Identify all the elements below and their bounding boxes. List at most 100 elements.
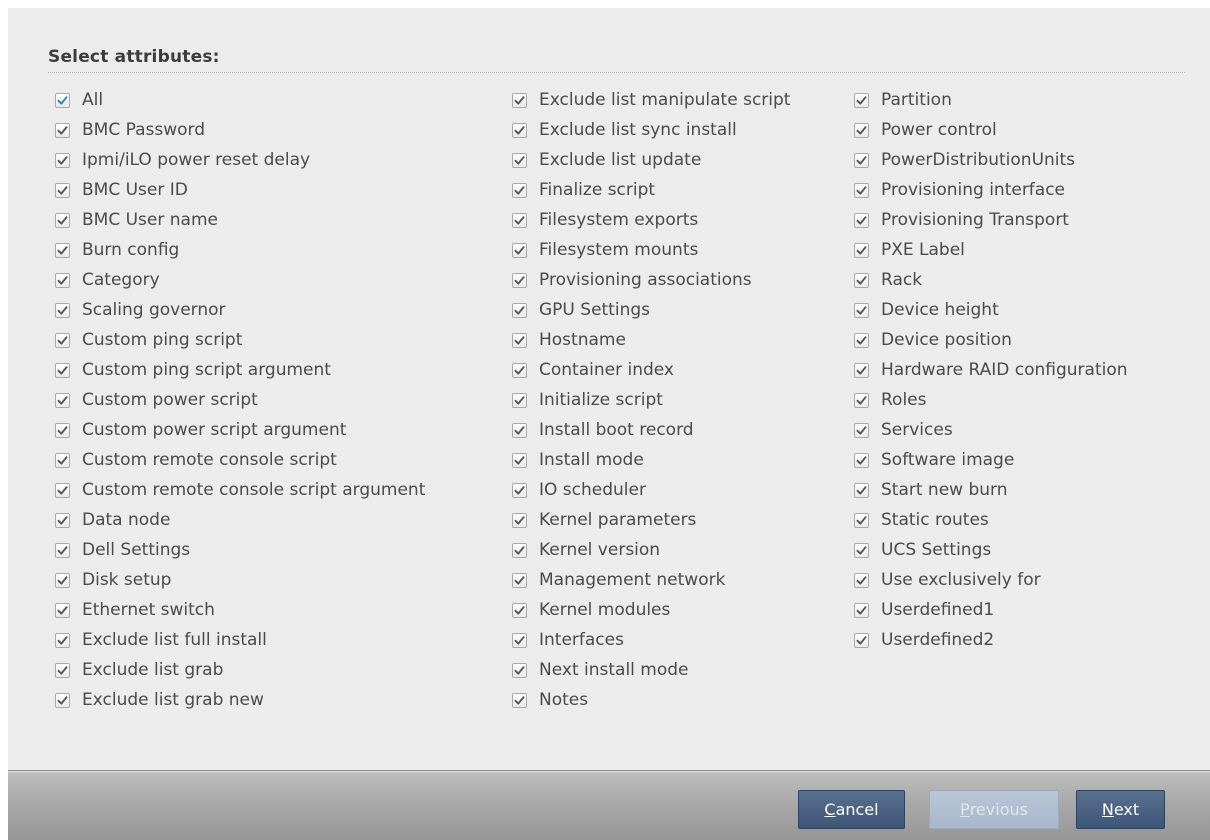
- attribute-option[interactable]: BMC User ID: [52, 175, 425, 205]
- attribute-option[interactable]: Install boot record: [509, 415, 790, 445]
- attribute-checkbox[interactable]: [854, 272, 869, 288]
- attribute-checkbox[interactable]: [512, 182, 527, 198]
- attribute-checkbox[interactable]: [512, 632, 527, 648]
- attribute-checkbox[interactable]: [854, 92, 869, 108]
- attribute-checkbox[interactable]: [55, 482, 70, 498]
- attribute-option[interactable]: PXE Label: [851, 235, 1128, 265]
- attribute-checkbox[interactable]: [55, 242, 70, 258]
- attribute-option[interactable]: BMC User name: [52, 205, 425, 235]
- attribute-option[interactable]: Scaling governor: [52, 295, 425, 325]
- attribute-checkbox[interactable]: [55, 272, 70, 288]
- attribute-option[interactable]: BMC Password: [52, 115, 425, 145]
- attribute-option[interactable]: Provisioning Transport: [851, 205, 1128, 235]
- attribute-checkbox[interactable]: [854, 482, 869, 498]
- attribute-option[interactable]: Kernel modules: [509, 595, 790, 625]
- attribute-checkbox[interactable]: [55, 662, 70, 678]
- attribute-checkbox[interactable]: [512, 362, 527, 378]
- attribute-checkbox[interactable]: [854, 362, 869, 378]
- attribute-option[interactable]: Next install mode: [509, 655, 790, 685]
- attribute-checkbox[interactable]: [854, 602, 869, 618]
- attribute-checkbox[interactable]: [854, 242, 869, 258]
- attribute-option[interactable]: IO scheduler: [509, 475, 790, 505]
- attribute-checkbox[interactable]: [55, 632, 70, 648]
- attribute-option[interactable]: Notes: [509, 685, 790, 715]
- cancel-button[interactable]: Cancel: [798, 790, 905, 829]
- attribute-option[interactable]: Install mode: [509, 445, 790, 475]
- attribute-option[interactable]: Dell Settings: [52, 535, 425, 565]
- attribute-option[interactable]: GPU Settings: [509, 295, 790, 325]
- attribute-checkbox[interactable]: [512, 662, 527, 678]
- attribute-option[interactable]: Device position: [851, 325, 1128, 355]
- attribute-checkbox[interactable]: [512, 92, 527, 108]
- attribute-option[interactable]: All: [52, 85, 425, 115]
- attribute-option[interactable]: Exclude list full install: [52, 625, 425, 655]
- attribute-option[interactable]: UCS Settings: [851, 535, 1128, 565]
- attribute-option[interactable]: Burn config: [52, 235, 425, 265]
- previous-button[interactable]: Previous: [929, 790, 1059, 829]
- attribute-checkbox[interactable]: [512, 272, 527, 288]
- attribute-checkbox[interactable]: [55, 542, 70, 558]
- attribute-option[interactable]: Ipmi/iLO power reset delay: [52, 145, 425, 175]
- attribute-option[interactable]: Roles: [851, 385, 1128, 415]
- next-button[interactable]: Next: [1076, 790, 1165, 829]
- attribute-option[interactable]: Custom remote console script argument: [52, 475, 425, 505]
- attribute-checkbox[interactable]: [854, 542, 869, 558]
- attribute-checkbox[interactable]: [512, 422, 527, 438]
- attribute-option[interactable]: Container index: [509, 355, 790, 385]
- attribute-checkbox[interactable]: [55, 452, 70, 468]
- attribute-option[interactable]: Exclude list manipulate script: [509, 85, 790, 115]
- attribute-checkbox[interactable]: [55, 122, 70, 138]
- attribute-option[interactable]: Partition: [851, 85, 1128, 115]
- attribute-option[interactable]: Finalize script: [509, 175, 790, 205]
- attribute-option[interactable]: Rack: [851, 265, 1128, 295]
- attribute-checkbox[interactable]: [55, 392, 70, 408]
- attribute-checkbox[interactable]: [512, 332, 527, 348]
- attribute-option[interactable]: Filesystem mounts: [509, 235, 790, 265]
- attribute-checkbox[interactable]: [512, 392, 527, 408]
- attribute-checkbox[interactable]: [854, 452, 869, 468]
- attribute-option[interactable]: Exclude list sync install: [509, 115, 790, 145]
- attribute-checkbox[interactable]: [512, 482, 527, 498]
- attribute-option[interactable]: Custom remote console script: [52, 445, 425, 475]
- attribute-option[interactable]: Hardware RAID configuration: [851, 355, 1128, 385]
- attribute-checkbox[interactable]: [512, 602, 527, 618]
- attribute-checkbox[interactable]: [854, 182, 869, 198]
- attribute-checkbox[interactable]: [55, 212, 70, 228]
- attribute-checkbox[interactable]: [55, 602, 70, 618]
- attribute-checkbox[interactable]: [854, 152, 869, 168]
- attribute-option[interactable]: Exclude list update: [509, 145, 790, 175]
- attribute-option[interactable]: Provisioning interface: [851, 175, 1128, 205]
- attribute-checkbox[interactable]: [55, 302, 70, 318]
- attribute-checkbox[interactable]: [854, 122, 869, 138]
- attribute-checkbox[interactable]: [854, 212, 869, 228]
- attribute-checkbox[interactable]: [512, 692, 527, 708]
- attribute-option[interactable]: Userdefined2: [851, 625, 1128, 655]
- attribute-checkbox[interactable]: [55, 152, 70, 168]
- attribute-checkbox[interactable]: [55, 512, 70, 528]
- attribute-checkbox[interactable]: [55, 692, 70, 708]
- attribute-option[interactable]: Userdefined1: [851, 595, 1128, 625]
- attribute-option[interactable]: Services: [851, 415, 1128, 445]
- attribute-option[interactable]: Custom ping script argument: [52, 355, 425, 385]
- attribute-checkbox[interactable]: [512, 302, 527, 318]
- attribute-option[interactable]: Ethernet switch: [52, 595, 425, 625]
- attribute-checkbox[interactable]: [512, 542, 527, 558]
- attribute-option[interactable]: Data node: [52, 505, 425, 535]
- attribute-option[interactable]: Power control: [851, 115, 1128, 145]
- attribute-option[interactable]: Use exclusively for: [851, 565, 1128, 595]
- attribute-option[interactable]: Hostname: [509, 325, 790, 355]
- attribute-option[interactable]: Management network: [509, 565, 790, 595]
- attribute-option[interactable]: Exclude list grab new: [52, 685, 425, 715]
- attribute-option[interactable]: Start new burn: [851, 475, 1128, 505]
- attribute-checkbox[interactable]: [854, 332, 869, 348]
- attribute-option[interactable]: Device height: [851, 295, 1128, 325]
- attribute-checkbox[interactable]: [55, 572, 70, 588]
- attribute-option[interactable]: Provisioning associations: [509, 265, 790, 295]
- attribute-option[interactable]: Disk setup: [52, 565, 425, 595]
- attribute-checkbox[interactable]: [512, 452, 527, 468]
- attribute-checkbox[interactable]: [512, 572, 527, 588]
- attribute-checkbox[interactable]: [55, 422, 70, 438]
- attribute-option[interactable]: Category: [52, 265, 425, 295]
- attribute-checkbox[interactable]: [512, 242, 527, 258]
- attribute-checkbox[interactable]: [854, 572, 869, 588]
